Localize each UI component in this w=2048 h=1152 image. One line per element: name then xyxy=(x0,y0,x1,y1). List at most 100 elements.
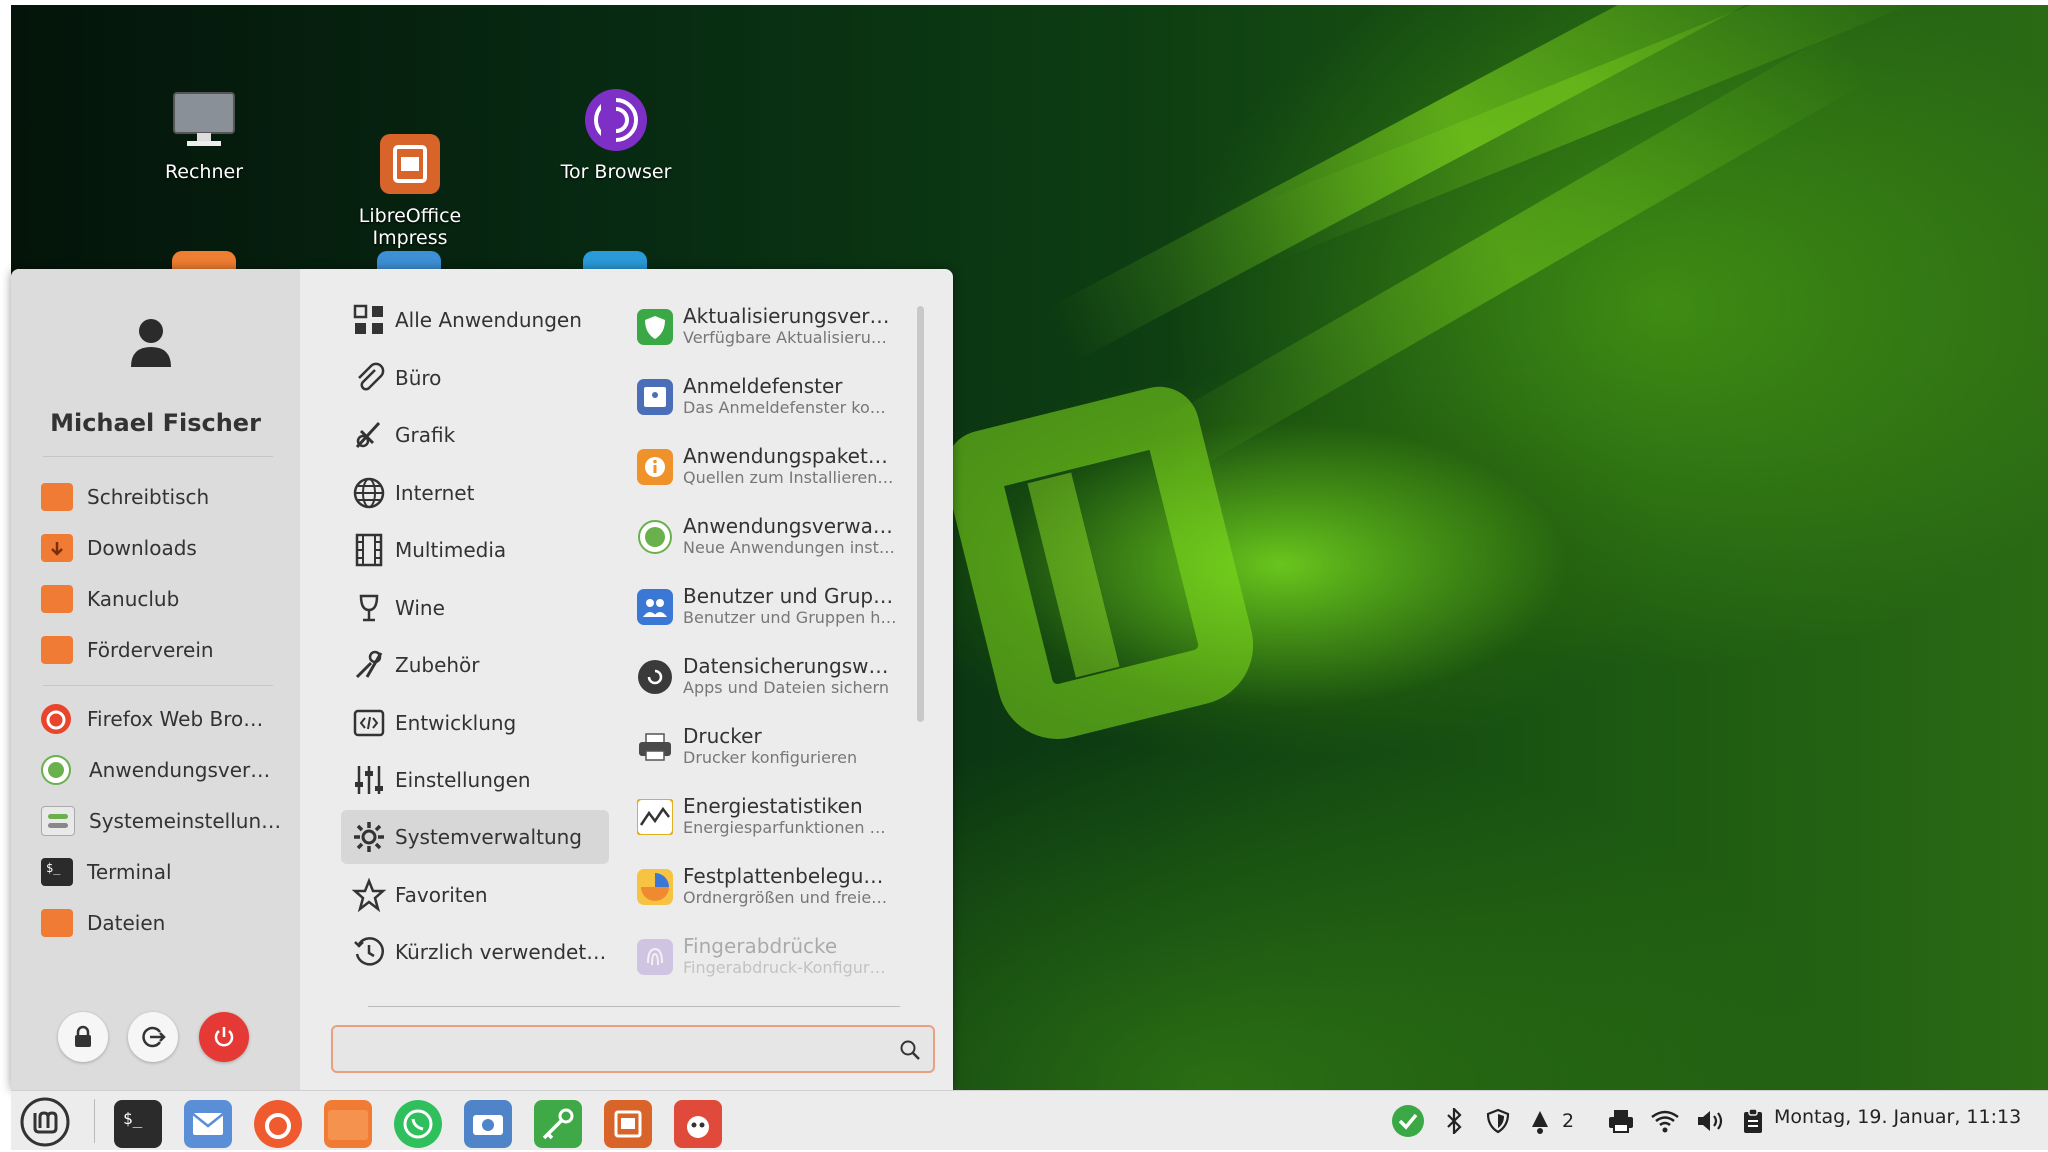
tray-network[interactable] xyxy=(1649,1105,1681,1137)
tray-printer[interactable] xyxy=(1605,1105,1637,1137)
shutdown-button[interactable] xyxy=(199,1012,249,1062)
app-item-login-window[interactable]: Anmeldefenster Das Anmeldefenster ko… xyxy=(629,371,919,437)
category-entwicklung[interactable]: Entwicklung xyxy=(341,696,609,750)
app-title: Anwendungsverwa… xyxy=(683,514,893,538)
app-title: Anmeldefenster xyxy=(683,374,843,398)
terminal-icon: $_ xyxy=(41,858,73,886)
tray-clipboard[interactable] xyxy=(1739,1105,1767,1137)
place-foerderverein[interactable]: Förderverein xyxy=(41,630,286,670)
category-grafik[interactable]: Grafik xyxy=(341,408,609,462)
globe-icon xyxy=(353,477,385,509)
favorite-system-settings[interactable]: Systemeinstellun… xyxy=(41,801,286,841)
tray-volume[interactable] xyxy=(1694,1105,1726,1137)
category-systemverwaltung[interactable]: Systemverwaltung xyxy=(341,810,609,864)
app-description: Quellen zum Installieren… xyxy=(683,468,894,487)
app-item-fingerprints[interactable]: Fingerabdrücke Fingerabdruck-Konfigur… xyxy=(629,931,919,997)
app-item-backup-tool[interactable]: Datensicherungsw… Apps und Dateien sicher… xyxy=(629,651,919,717)
place-label: Downloads xyxy=(87,536,197,560)
folder-icon xyxy=(41,636,73,664)
desktop-icon-label: Rechner xyxy=(164,161,244,183)
app-item-power-statistics[interactable]: Energiestatistiken Energiesparfunktionen … xyxy=(629,791,919,857)
desktop-icon-libreoffice-impress[interactable]: LibreOffice Impress xyxy=(310,87,510,271)
firefox-icon xyxy=(41,704,71,734)
lock-screen-button[interactable] xyxy=(58,1012,108,1062)
category-favoriten[interactable]: Favoriten xyxy=(341,868,609,922)
desktop-icon-tor-browser[interactable]: Tor Browser xyxy=(516,87,716,183)
favorite-firefox[interactable]: Firefox Web Bro… xyxy=(41,699,286,739)
category-zubehoer[interactable]: Zubehör xyxy=(341,638,609,692)
shield-icon xyxy=(637,309,673,345)
favorite-files[interactable]: Dateien xyxy=(41,903,286,943)
taskbar-mail[interactable] xyxy=(184,1100,232,1148)
folder-desktop-icon xyxy=(41,483,73,511)
taskbar-screenshot[interactable] xyxy=(464,1100,512,1148)
desktop-icon-label: Tor Browser xyxy=(560,161,672,183)
taskbar-terminal[interactable]: $_ xyxy=(114,1100,162,1148)
printer-icon xyxy=(1609,1110,1633,1133)
shield-icon xyxy=(1486,1108,1510,1134)
tray-notifications[interactable]: 2 xyxy=(1526,1105,1590,1137)
libreoffice-impress-icon xyxy=(377,109,443,194)
place-kanuclub[interactable]: Kanuclub xyxy=(41,579,286,619)
info-icon xyxy=(637,449,673,485)
clock[interactable]: Montag, 19. Januar, 11:13 xyxy=(1774,1106,2021,1128)
category-recent[interactable]: Kürzlich verwendet… xyxy=(341,925,609,979)
apps-scrollbar[interactable] xyxy=(917,306,924,722)
menu-button[interactable] xyxy=(19,1096,71,1148)
favorite-label: Dateien xyxy=(87,911,166,935)
sliders-icon xyxy=(355,766,383,794)
taskbar-files[interactable] xyxy=(324,1100,372,1148)
search-box[interactable] xyxy=(331,1025,935,1073)
taskbar-divider xyxy=(94,1099,95,1143)
key-icon xyxy=(542,1108,574,1140)
terminal-icon: $_ xyxy=(123,1109,143,1128)
taskbar-firefox[interactable] xyxy=(254,1100,302,1148)
category-wine[interactable]: Wine xyxy=(341,581,609,635)
search-input[interactable] xyxy=(347,1035,891,1065)
settings-icon xyxy=(41,806,75,836)
mail-icon xyxy=(192,1113,224,1135)
taskbar-passwords[interactable] xyxy=(534,1100,582,1148)
logout-button[interactable] xyxy=(128,1012,178,1062)
search-icon[interactable] xyxy=(899,1039,921,1061)
place-label: Förderverein xyxy=(87,638,214,662)
place-downloads[interactable]: Downloads xyxy=(41,528,286,568)
favorite-terminal[interactable]: $_ Terminal xyxy=(41,852,286,892)
app-title: Datensicherungsw… xyxy=(683,654,889,678)
power-icon xyxy=(214,1027,234,1047)
tray-update-status[interactable] xyxy=(1390,1105,1426,1137)
mint-logo-icon xyxy=(20,1097,70,1147)
film-icon xyxy=(355,533,383,567)
user-icon xyxy=(131,319,171,367)
category-buero[interactable]: Büro xyxy=(341,351,609,405)
app-description: Apps und Dateien sichern xyxy=(683,678,889,697)
category-einstellungen[interactable]: Einstellungen xyxy=(341,753,609,807)
app-item-software-sources[interactable]: Anwendungspaket… Quellen zum Installieren… xyxy=(629,441,919,507)
app-description: Fingerabdruck-Konfigur… xyxy=(683,958,886,977)
wine-icon xyxy=(359,594,379,622)
place-schreibtisch[interactable]: Schreibtisch xyxy=(41,477,286,517)
tray-firewall[interactable] xyxy=(1483,1105,1513,1137)
taskbar-libreoffice-impress[interactable] xyxy=(604,1100,652,1148)
favorite-software-manager[interactable]: Anwendungsver… xyxy=(41,750,286,790)
category-all-applications[interactable]: Alle Anwendungen xyxy=(341,293,609,347)
taskbar-gimp[interactable] xyxy=(674,1100,722,1148)
login-window-icon xyxy=(637,379,673,415)
desktop-icon-rechner[interactable]: Rechner xyxy=(104,87,304,183)
app-item-software-manager[interactable]: Anwendungsverwa… Neue Anwendungen inst… xyxy=(629,511,919,577)
app-item-printer[interactable]: Drucker Drucker konfigurieren xyxy=(629,721,919,787)
tray-bluetooth[interactable] xyxy=(1440,1105,1468,1137)
app-item-users-groups[interactable]: Benutzer und Grup… Benutzer und Gruppen h… xyxy=(629,581,919,647)
category-internet[interactable]: Internet xyxy=(341,466,609,520)
app-description: Neue Anwendungen inst… xyxy=(683,538,895,557)
app-item-update-manager[interactable]: Aktualisierungsver… Verfügbare Aktualisie… xyxy=(629,301,919,367)
app-title: Energiestatistiken xyxy=(683,794,863,818)
notification-count: 2 xyxy=(1562,1110,1575,1132)
firefox-icon xyxy=(265,1113,291,1139)
taskbar-whatsapp[interactable] xyxy=(394,1100,442,1148)
favorite-label: Terminal xyxy=(87,860,172,884)
app-item-disk-usage[interactable]: Festplattenbelegu… Ordnergrößen und freie… xyxy=(629,861,919,927)
category-multimedia[interactable]: Multimedia xyxy=(341,523,609,577)
app-title: Drucker xyxy=(683,724,762,748)
app-description: Drucker konfigurieren xyxy=(683,748,858,767)
